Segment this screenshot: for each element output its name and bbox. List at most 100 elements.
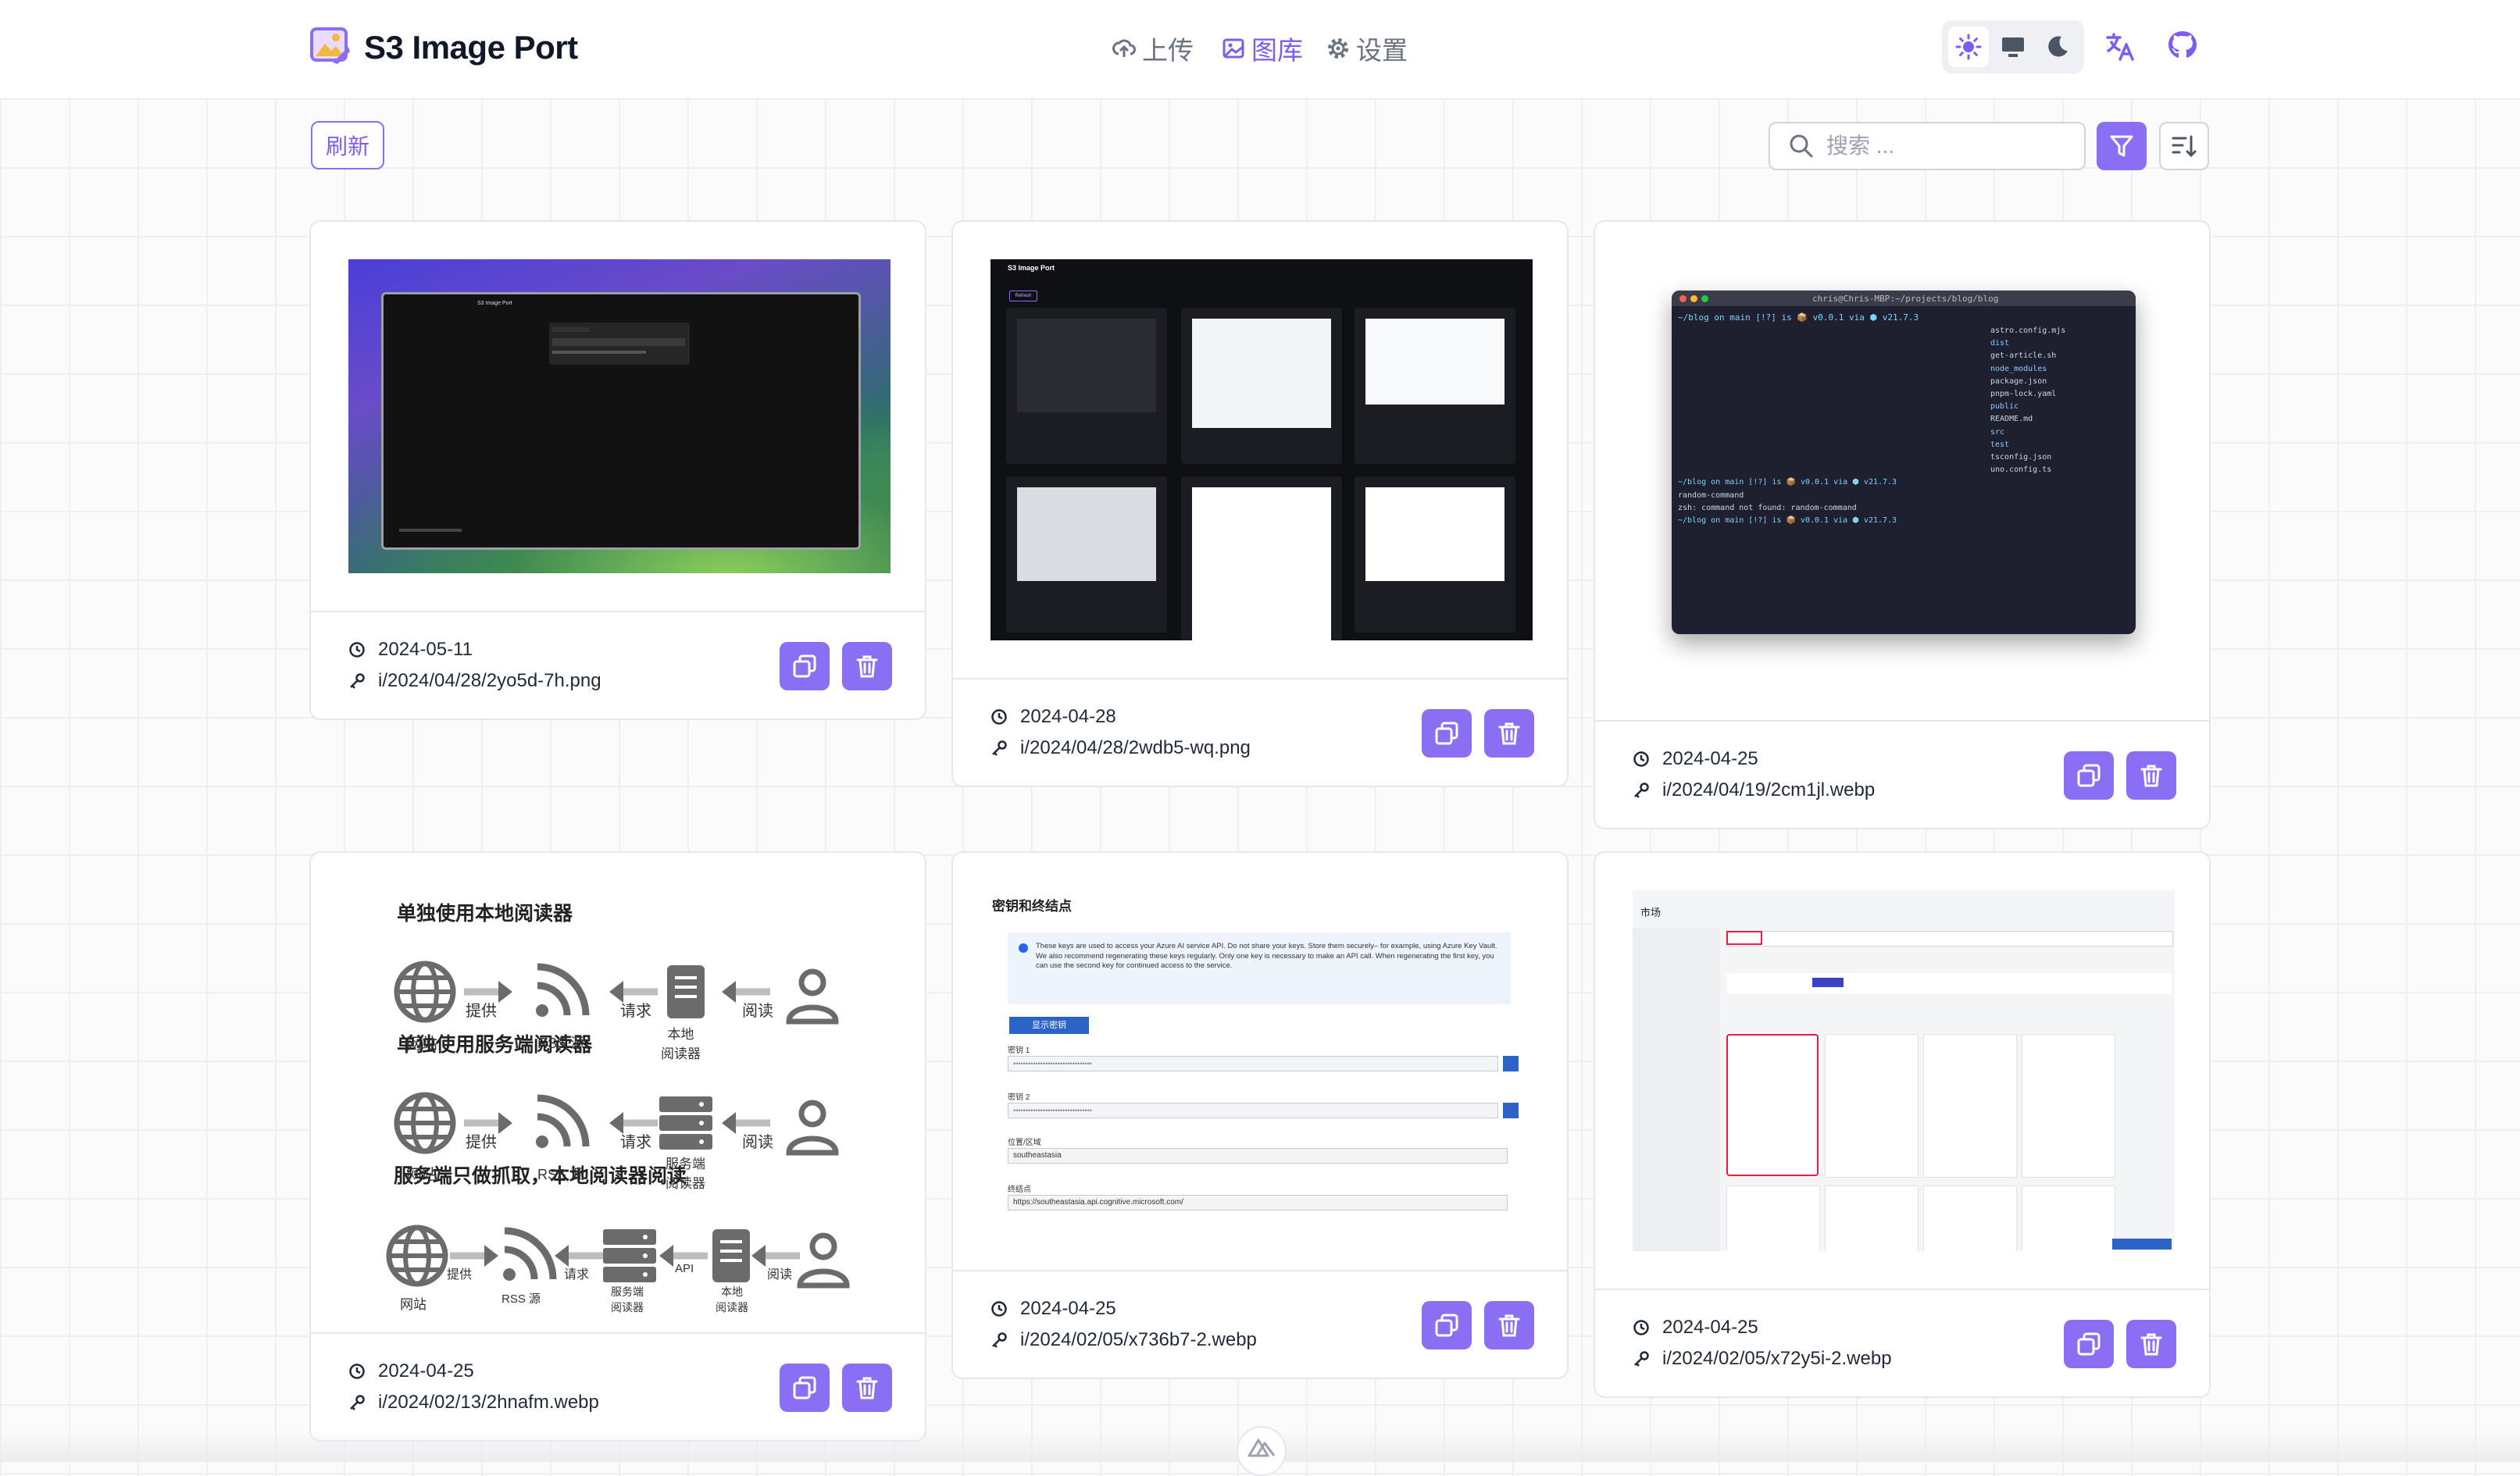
language-button[interactable] <box>2098 25 2142 69</box>
keys-title: 密钥和终结点 <box>992 899 1072 914</box>
card-divider <box>953 1270 1567 1271</box>
mini-card-img <box>1192 487 1331 640</box>
tab-upload-label: 上传 <box>1142 36 1194 65</box>
terminal-window: chris@Chris-MBP:~/projects/blog/blog ~/b… <box>1672 291 2136 634</box>
copy-link-button[interactable] <box>780 1364 830 1412</box>
gear-icon <box>1328 38 1348 59</box>
key-icon <box>992 1332 1007 1348</box>
mini-card-img <box>1365 319 1505 405</box>
sort-button[interactable] <box>2159 122 2209 170</box>
server-icon <box>603 1229 656 1282</box>
terminal-file: test <box>1990 440 2010 449</box>
maximize-dot-icon <box>1701 295 1708 302</box>
market-tile <box>1923 1034 2017 1178</box>
market-highlight <box>1726 931 1762 945</box>
theme-light-button[interactable] <box>1948 27 1989 67</box>
diagram-label: API <box>675 1262 694 1275</box>
rss-icon <box>536 967 586 1017</box>
trash-icon <box>2140 1333 2162 1356</box>
location-field: southeastasia <box>1008 1148 1508 1164</box>
nuxt-icon <box>1248 1439 1276 1457</box>
diagram-label: 阅读 <box>742 1003 773 1020</box>
diagram-label: 请求 <box>620 1134 651 1151</box>
image-thumbnail[interactable]: S3 Image Port Refresh <box>991 259 1533 640</box>
github-link[interactable] <box>2161 23 2204 67</box>
copy-link-button[interactable] <box>2064 751 2114 800</box>
tab-upload[interactable]: 上传 <box>1112 30 1194 67</box>
trash-icon <box>856 655 878 678</box>
trash-icon <box>2140 765 2162 787</box>
delete-button[interactable] <box>1484 1301 1534 1349</box>
delete-button[interactable] <box>842 1364 892 1412</box>
terminal-file: pnpm-lock.yaml <box>1990 390 2057 399</box>
market-search <box>1726 931 2173 947</box>
refresh-button[interactable]: 刷新 <box>311 121 384 169</box>
market-tile <box>1726 1185 1820 1251</box>
image-thumbnail[interactable]: 密钥和终结点 These keys are used to access you… <box>991 890 1533 1270</box>
delete-button[interactable] <box>842 642 892 690</box>
image-thumbnail[interactable]: chris@Chris-MBP:~/projects/blog/blog ~/b… <box>1633 259 2175 683</box>
diagram-label: 请求 <box>620 1003 651 1020</box>
image-date: 2024-04-28 <box>991 706 1116 728</box>
app-title[interactable]: S3 Image Port <box>364 27 578 69</box>
key1-field: •••••••••••••••••••••••••••••••• <box>1008 1056 1498 1071</box>
terminal-title: chris@Chris-MBP:~/projects/blog/blog <box>1812 294 1999 304</box>
market-title: 市场 <box>1640 907 1662 918</box>
theme-dark-button[interactable] <box>2037 27 2078 67</box>
copy-link-button[interactable] <box>2064 1320 2114 1368</box>
terminal-file: src <box>1990 427 2005 437</box>
app-window: S3 Image Port <box>381 292 861 550</box>
copy-link-button[interactable] <box>780 642 830 690</box>
monitor-icon <box>2002 37 2024 57</box>
tab-gallery[interactable]: 图库 <box>1222 30 1303 67</box>
clock-icon <box>991 709 1007 725</box>
delete-button[interactable] <box>1484 709 1534 758</box>
image-thumbnail[interactable]: 单独使用本地阅读器 单独使用服务端阅读器 服务端只做抓取，本地阅读器阅读 网站 … <box>348 890 891 1332</box>
market-tile <box>2022 1185 2115 1251</box>
diagram-label: 网站 <box>406 1036 437 1053</box>
copy-link-button[interactable] <box>1422 1301 1472 1349</box>
keys-info-banner: These keys are used to access your Azure… <box>1008 932 1511 1004</box>
tab-settings-label: 设置 <box>1356 36 1408 65</box>
diagram-label: RSS 源 <box>537 1036 585 1051</box>
image-thumbnail[interactable]: S3 Image Port <box>348 259 891 573</box>
tab-settings[interactable]: 设置 <box>1326 30 1408 67</box>
diagram-label: 提供 <box>447 1268 473 1282</box>
filter-button[interactable] <box>2097 122 2147 170</box>
market-tile <box>1923 1185 2017 1251</box>
terminal-file: tsconfig.json <box>1990 453 2052 462</box>
rss-icon <box>536 1098 586 1148</box>
image-date: 2024-04-25 <box>348 1360 474 1382</box>
image-path: i/2024/04/28/2wdb5-wq.png <box>991 737 1251 759</box>
reader-icon <box>666 964 706 1020</box>
key1-label: 密钥 1 <box>1008 1046 1030 1055</box>
search-input[interactable] <box>1825 133 2062 159</box>
diagram-label: 请求 <box>564 1268 590 1282</box>
copy-link-button[interactable] <box>1422 709 1472 758</box>
key-icon <box>350 673 365 689</box>
diagram-label: 提供 <box>466 1003 497 1020</box>
trash-icon <box>1498 722 1520 745</box>
diagram-label: 本地 阅读器 <box>716 1285 748 1314</box>
clock-icon <box>349 1364 365 1379</box>
terminal-listing: astro.config.mjs dist get-article.sh nod… <box>1678 325 2131 527</box>
delete-button[interactable] <box>2126 1320 2176 1368</box>
image-path: i/2024/02/05/x736b7-2.webp <box>991 1329 1257 1351</box>
image-thumbnail[interactable]: 市场 <box>1633 890 2175 1251</box>
card-divider <box>1595 1289 2209 1290</box>
clock-icon <box>349 642 365 658</box>
image-card: 市场 2024-04-25 i/2024/02/05/x72y5i-2.webp <box>1594 851 2211 1398</box>
app-shot-refresh: Refresh <box>1009 291 1037 301</box>
image-path: i/2024/04/28/2yo5d-7h.png <box>348 670 601 692</box>
image-card: chris@Chris-MBP:~/projects/blog/blog ~/b… <box>1594 220 2211 829</box>
upload-cloud-icon <box>1112 39 1136 57</box>
image-path: i/2024/02/05/x72y5i-2.webp <box>1633 1348 1892 1370</box>
image-path-text: i/2024/02/05/x736b7-2.webp <box>1020 1329 1257 1350</box>
market-sidebar <box>1633 928 1720 1251</box>
mini-card-img <box>1017 487 1156 581</box>
delete-button[interactable] <box>2126 751 2176 800</box>
framework-badge[interactable] <box>1237 1426 1287 1476</box>
terminal-prompt: ~/blog on main [!?] is 📦 v0.0.1 via ⬢ v2… <box>1678 516 1897 526</box>
theme-system-button[interactable] <box>1993 27 2033 67</box>
image-path: i/2024/02/13/2hnafm.webp <box>348 1392 599 1414</box>
